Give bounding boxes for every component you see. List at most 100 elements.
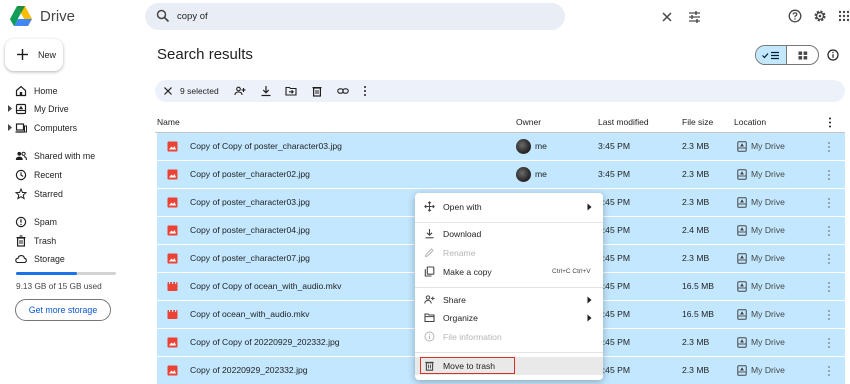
menu-divider: [415, 352, 603, 353]
info-icon[interactable]: [827, 49, 839, 61]
link-icon[interactable]: [337, 85, 349, 97]
more-actions-icon[interactable]: [827, 309, 831, 321]
file-location[interactable]: My Drive: [751, 281, 785, 291]
column-options-icon[interactable]: [828, 117, 832, 128]
expand-caret-icon[interactable]: [7, 105, 13, 112]
storage-usage-text: 9.13 GB of 15 GB used: [16, 281, 102, 291]
file-size: 2.3 MB: [682, 365, 710, 375]
help-icon[interactable]: [788, 9, 802, 23]
drive-logo[interactable]: Drive: [10, 6, 75, 26]
menu-item-move-to-trash[interactable]: Move to trash: [415, 357, 603, 375]
clear-selection-icon[interactable]: [163, 86, 173, 96]
share-icon[interactable]: [234, 85, 246, 97]
column-header-location[interactable]: Location: [734, 117, 766, 127]
list-view-button[interactable]: [756, 46, 787, 64]
sidebar-item-label: Storage: [34, 254, 65, 264]
column-header-file-size[interactable]: File size: [682, 117, 713, 127]
sidebar-item-computers[interactable]: Computers: [0, 120, 140, 136]
file-name: Copy of poster_character04.jpg: [190, 225, 310, 235]
folder-icon: [424, 313, 435, 323]
sidebar-item-my-drive[interactable]: My Drive: [0, 101, 140, 117]
search-options-icon[interactable]: [688, 11, 701, 23]
file-location[interactable]: My Drive: [751, 253, 785, 263]
file-location[interactable]: My Drive: [751, 169, 785, 179]
file-size: 16.5 MB: [682, 309, 715, 319]
move-to-folder-icon[interactable]: [285, 85, 297, 97]
new-button[interactable]: New: [5, 39, 63, 71]
file-name: Copy of ocean_with_audio.mkv: [190, 309, 310, 319]
sidebar-item-spam[interactable]: Spam: [0, 214, 140, 230]
menu-item-download[interactable]: Download: [415, 225, 603, 243]
download-icon[interactable]: [260, 85, 272, 97]
menu-item-organize[interactable]: Organize: [415, 309, 603, 327]
sidebar-item-starred[interactable]: Starred: [0, 186, 140, 202]
clear-search-icon[interactable]: [661, 11, 673, 23]
sidebar-item-label: Recent: [34, 170, 62, 180]
trash-icon[interactable]: [311, 85, 323, 97]
menu-item-label: Open with: [443, 202, 482, 212]
expand-caret-icon[interactable]: [7, 124, 13, 131]
shared-icon: [15, 151, 27, 161]
file-location[interactable]: My Drive: [751, 225, 785, 235]
my-drive-icon: [737, 281, 747, 292]
spam-icon: [15, 216, 27, 228]
file-location[interactable]: My Drive: [751, 141, 785, 151]
more-actions-icon[interactable]: [827, 225, 831, 237]
column-header-owner[interactable]: Owner: [516, 117, 541, 127]
page-title: Search results: [157, 46, 253, 63]
my-drive-icon: [15, 103, 27, 115]
apps-grid-icon[interactable]: [838, 9, 850, 23]
file-name: Copy of poster_character02.jpg: [190, 169, 310, 179]
sidebar-item-label: Shared with me: [34, 151, 96, 161]
file-location[interactable]: My Drive: [751, 309, 785, 319]
sidebar-item-storage[interactable]: Storage: [0, 251, 140, 267]
column-header-last-modified[interactable]: Last modified: [598, 117, 649, 127]
more-actions-icon[interactable]: [827, 337, 831, 349]
my-drive-icon: [737, 365, 747, 376]
settings-icon[interactable]: [813, 9, 827, 23]
column-header-name[interactable]: Name: [157, 117, 180, 127]
recent-icon: [15, 169, 27, 181]
sidebar-item-home[interactable]: Home: [0, 83, 140, 99]
more-actions-icon[interactable]: [362, 85, 368, 97]
get-more-storage-button[interactable]: Get more storage: [15, 299, 111, 321]
file-name: Copy of poster_character07.jpg: [190, 253, 310, 263]
file-location[interactable]: My Drive: [751, 337, 785, 347]
more-actions-icon[interactable]: [827, 365, 831, 377]
submenu-arrow-icon: [587, 314, 592, 322]
top-bar: Drive: [0, 0, 850, 34]
menu-divider: [415, 287, 603, 288]
video-file-icon: [167, 310, 178, 319]
image-file-icon: [167, 197, 178, 208]
my-drive-icon: [737, 337, 747, 348]
owner-avatar: [516, 139, 531, 154]
more-actions-icon[interactable]: [827, 169, 831, 181]
file-size: 2.3 MB: [682, 141, 710, 151]
sidebar-item-shared[interactable]: Shared with me: [0, 148, 140, 164]
menu-item-label: Make a copy: [443, 267, 492, 277]
search-bar[interactable]: [145, 3, 700, 30]
my-drive-icon: [737, 225, 747, 236]
more-actions-icon[interactable]: [827, 253, 831, 265]
table-row[interactable]: Copy of Copy of poster_character03.jpg me…: [157, 133, 845, 161]
menu-item-share[interactable]: Share: [415, 291, 603, 309]
more-actions-icon[interactable]: [827, 281, 831, 293]
search-input[interactable]: [177, 9, 477, 24]
search-icon[interactable]: [156, 9, 170, 23]
more-actions-icon[interactable]: [827, 141, 831, 153]
submenu-arrow-icon: [587, 203, 592, 211]
menu-item-make-a-copy[interactable]: Make a copy Ctrl+C Ctrl+V: [415, 263, 603, 281]
trash-icon: [425, 361, 434, 371]
grid-view-button[interactable]: [787, 46, 818, 64]
storage-usage-bar: [16, 272, 116, 275]
info-icon: [424, 331, 435, 342]
menu-item-label: Move to trash: [443, 361, 496, 371]
file-size: 2.4 MB: [682, 225, 710, 235]
sidebar-item-trash[interactable]: Trash: [0, 233, 140, 249]
more-actions-icon[interactable]: [827, 197, 831, 209]
menu-item-open-with[interactable]: Open with: [415, 198, 603, 216]
sidebar-item-recent[interactable]: Recent: [0, 167, 140, 183]
table-row[interactable]: Copy of poster_character02.jpg me 3:45 PM 2…: [157, 161, 845, 189]
file-location[interactable]: My Drive: [751, 365, 785, 375]
file-location[interactable]: My Drive: [751, 197, 785, 207]
